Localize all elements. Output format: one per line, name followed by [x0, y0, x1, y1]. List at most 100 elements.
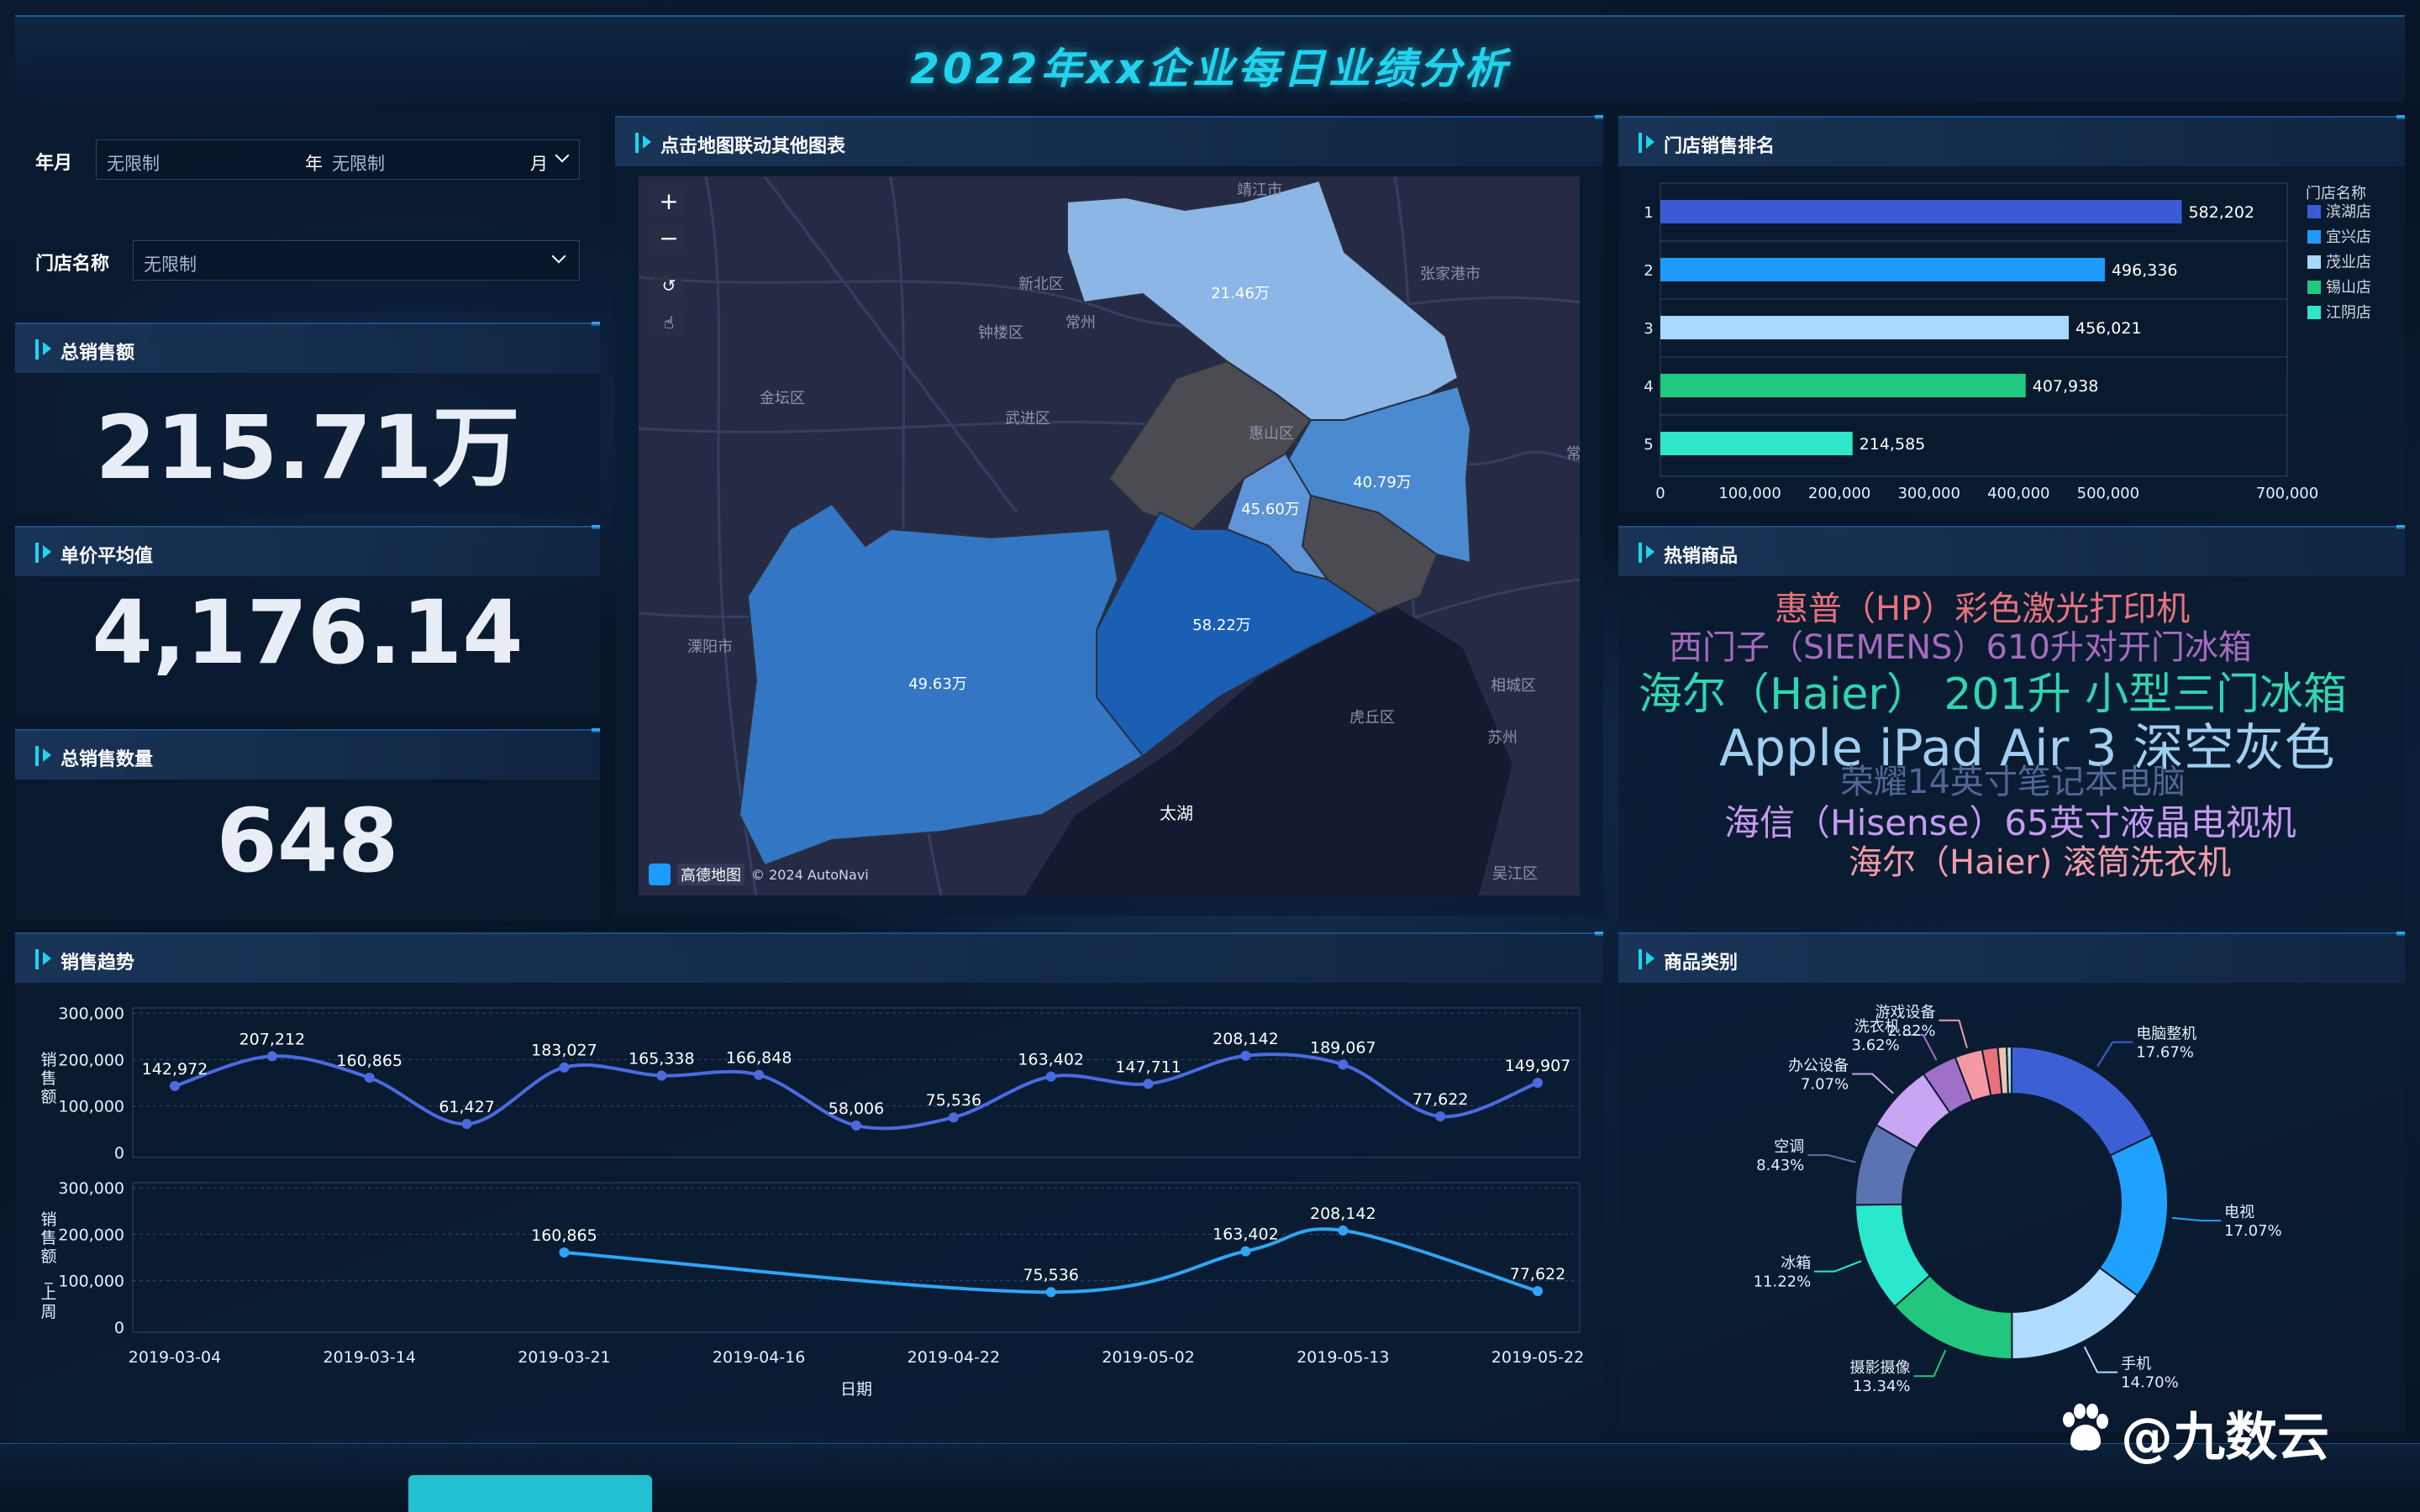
- region-label: 49.63万: [908, 675, 967, 693]
- place-label: 武进区: [1005, 410, 1050, 428]
- slice-percent-label: 17.67%: [2136, 1044, 2194, 1062]
- place-label: 钟楼区: [978, 324, 1023, 342]
- leader-line: [2172, 1216, 2222, 1222]
- x-tick-label: 200,000: [1808, 485, 1870, 502]
- ranking-bar-chart[interactable]: 1 582,202 2 496,336 3 456,021 4 407,938 5 214,585…: [1618, 178, 2405, 514]
- filter-panel: 年月 无限制 年 无限制 月 门店名称 无限制: [15, 114, 600, 312]
- data-point: [1533, 1078, 1543, 1089]
- data-point: [1338, 1059, 1349, 1070]
- data-label: 142,972: [142, 1060, 208, 1079]
- kpi-value: 4,176.14: [92, 581, 523, 684]
- kpi-avg-price: 单价平均值 4,176.14: [15, 525, 600, 717]
- x-tick-label: 2019-04-22: [908, 1348, 1000, 1367]
- header-arrow-icon: [43, 545, 51, 559]
- y-tick-label: 0: [114, 1319, 124, 1337]
- choropleth-map[interactable]: 21.46万 40.79万 45.60万 58.22万 49.63万 靖江市 新…: [639, 176, 1580, 895]
- chevron-down-icon[interactable]: [551, 249, 566, 264]
- donut-slice: [2011, 1045, 2154, 1157]
- leader-line: [1939, 1019, 1968, 1048]
- rank-label: 2: [1644, 262, 1653, 280]
- panel-header: 门店销售排名: [1618, 118, 2405, 166]
- store-name-select[interactable]: 无限制: [133, 240, 580, 281]
- slice-percent-label: 8.43%: [1756, 1157, 1804, 1174]
- pan-hand-icon[interactable]: ☝: [654, 307, 684, 338]
- rank-label: 1: [1644, 204, 1653, 222]
- title-bar: 2022年xx企业每日业绩分析: [15, 15, 2405, 102]
- y-tick-label: 200,000: [58, 1051, 124, 1069]
- rank-label: 4: [1644, 378, 1653, 396]
- watermark: @九数云: [2121, 1406, 2330, 1467]
- donut-slice: [2011, 1266, 2139, 1361]
- header-arrow-icon: [1646, 545, 1655, 559]
- data-label: 77,622: [1510, 1265, 1565, 1284]
- zoom-in-button[interactable]: +: [654, 186, 684, 217]
- legend-title: 门店名称: [2306, 185, 2366, 202]
- y-axis-label: 售: [40, 1069, 56, 1088]
- y-tick-label: 100,000: [58, 1098, 124, 1116]
- panel-title: 商品类别: [1664, 953, 1739, 974]
- header-arrow-icon: [43, 342, 51, 355]
- chevron-down-icon[interactable]: [555, 148, 570, 163]
- kpi-total-qty: 总销售数量 648: [15, 728, 600, 921]
- data-point: [1240, 1050, 1251, 1061]
- sales-trend-chart[interactable]: 300,000200,000100,0000销售额142,972207,2121…: [15, 986, 1603, 1431]
- data-point: [461, 1119, 472, 1130]
- panel-header: 点击地图联动其他图表: [615, 118, 1603, 166]
- donut-slice: [2098, 1133, 2169, 1297]
- panel-title: 销售趋势: [60, 953, 135, 974]
- slice-name-label: 办公设备: [1788, 1057, 1849, 1074]
- panel-header: 总销售额: [15, 324, 600, 373]
- data-label: 189,067: [1310, 1038, 1376, 1057]
- y-tick-label: 200,000: [58, 1226, 124, 1244]
- data-label: 165,338: [629, 1050, 695, 1068]
- month-value[interactable]: 无限制: [332, 150, 385, 176]
- y-axis-label: 上: [40, 1284, 56, 1303]
- year-unit: 年: [305, 154, 323, 174]
- panel-title: 总销售数量: [60, 749, 154, 770]
- kpi-value: 648: [216, 790, 399, 892]
- data-point: [754, 1069, 765, 1080]
- leader-line: [1807, 1154, 1856, 1163]
- plot-frame: [132, 1007, 1581, 1158]
- donut-slice: [2006, 1045, 2012, 1095]
- x-tick-label: 2019-03-04: [129, 1348, 221, 1367]
- data-point: [1045, 1071, 1056, 1082]
- word-cloud-item[interactable]: 海尔（Haier) 滚筒洗衣机: [1849, 835, 2231, 884]
- header-arrow-icon: [1646, 952, 1655, 965]
- place-label: 金坛区: [760, 390, 805, 407]
- data-label: 160,865: [531, 1226, 597, 1245]
- legend-item: 锡山店: [2326, 279, 2371, 297]
- year-month-select[interactable]: 无限制 年 无限制 月: [96, 139, 580, 180]
- bottom-tab-button[interactable]: [408, 1475, 652, 1512]
- zoom-out-button[interactable]: −: [654, 223, 684, 254]
- data-label: 149,907: [1505, 1057, 1571, 1075]
- data-label: 208,142: [1213, 1030, 1279, 1048]
- x-tick-label: 2019-03-14: [324, 1348, 416, 1367]
- bar-value-label: 496,336: [2112, 261, 2178, 280]
- data-point: [1045, 1287, 1056, 1298]
- panel-header: 单价平均值: [15, 528, 600, 576]
- rank-label: 3: [1644, 320, 1653, 338]
- slice-name-label: 冰箱: [1781, 1255, 1811, 1273]
- category-donut-chart[interactable]: 电脑整机17.67% 电视17.07% 手机14.70% 摄影摄像13.34% 冰箱11…: [1618, 986, 2405, 1431]
- header-mark: [1639, 543, 1642, 563]
- header-mark: [635, 133, 639, 153]
- map-svg[interactable]: 21.46万 40.79万 45.60万 58.22万 49.63万: [639, 176, 1580, 895]
- legend-swatch: [2307, 281, 2321, 294]
- reset-button[interactable]: ↺: [654, 270, 684, 301]
- slice-name-label: 空调: [1774, 1138, 1804, 1156]
- store-value[interactable]: 无限制: [144, 251, 197, 276]
- data-point: [1338, 1225, 1349, 1236]
- year-month-label: 年月: [35, 153, 73, 174]
- panel-title: 热销商品: [1664, 546, 1739, 567]
- year-value[interactable]: 无限制: [107, 150, 160, 176]
- header-arrow-icon: [43, 748, 51, 762]
- data-point: [170, 1080, 180, 1091]
- legend-swatch: [2307, 255, 2321, 269]
- data-label: 160,865: [336, 1052, 402, 1070]
- legend-item: 滨湖店: [2326, 203, 2371, 221]
- data-point: [1533, 1286, 1543, 1297]
- place-label: 太湖: [1160, 803, 1193, 823]
- panel-title: 单价平均值: [60, 546, 154, 567]
- data-label: 58,006: [829, 1100, 884, 1118]
